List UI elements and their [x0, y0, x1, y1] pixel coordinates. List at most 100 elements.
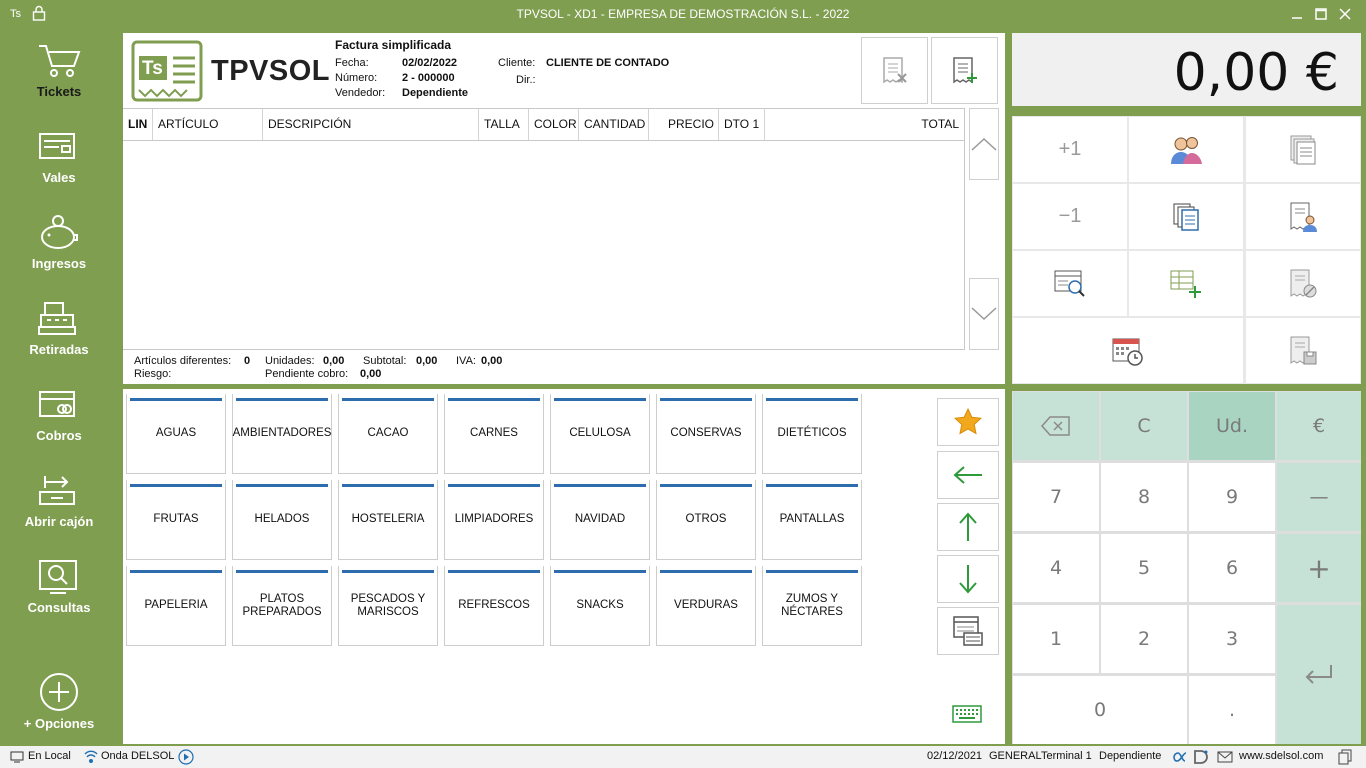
col-articulo[interactable]: ARTÍCULO — [153, 109, 263, 140]
units-key[interactable]: Ud. — [1189, 392, 1275, 460]
copy-window-icon[interactable] — [1338, 749, 1352, 768]
mail-icon[interactable] — [1217, 751, 1233, 766]
iva-label: IVA: — [456, 355, 476, 367]
page-up-button[interactable] — [937, 503, 999, 551]
delsol-d-icon[interactable] — [1193, 749, 1209, 768]
play-icon[interactable] — [178, 749, 194, 768]
plus-key[interactable]: + — [1277, 534, 1361, 602]
euro-key[interactable]: € — [1277, 392, 1361, 460]
favorites-button[interactable] — [937, 398, 999, 446]
col-lin[interactable]: LIN — [123, 109, 153, 140]
documents-button[interactable] — [1129, 184, 1243, 249]
enter-icon — [1305, 664, 1332, 684]
cliente-value[interactable]: CLIENTE DE CONTADO — [546, 57, 669, 69]
category-button[interactable]: CELULOSA — [550, 394, 650, 474]
local-status[interactable]: En Local — [28, 750, 71, 762]
sidebar-item-ingresos[interactable]: Ingresos — [0, 200, 118, 286]
card-payment-icon — [39, 391, 75, 417]
sidebar-item-retiradas[interactable]: Retiradas — [0, 286, 118, 372]
key-9[interactable]: 9 — [1189, 463, 1275, 531]
delete-ticket-button[interactable] — [861, 37, 928, 104]
back-button[interactable] — [937, 451, 999, 499]
sidebar-item-label: Tickets — [36, 84, 82, 99]
sidebar-item-cobros[interactable]: Cobros — [0, 372, 118, 458]
backspace-key[interactable] — [1013, 392, 1099, 460]
alpha-icon[interactable] — [1173, 749, 1189, 768]
category-button[interactable]: LIMPIADORES — [444, 480, 544, 560]
keyboard-button[interactable] — [952, 705, 982, 728]
tickets-list-button[interactable] — [1246, 117, 1360, 182]
col-precio[interactable]: PRECIO — [649, 109, 719, 140]
col-total[interactable]: TOTAL — [765, 109, 965, 140]
category-button[interactable]: CARNES — [444, 394, 544, 474]
minus-one-button[interactable]: −1 — [1013, 184, 1127, 249]
chevron-up-icon — [971, 137, 997, 151]
cash-register-icon — [38, 302, 76, 335]
key-0[interactable]: 0 — [1013, 676, 1187, 744]
key-5[interactable]: 5 — [1101, 534, 1187, 602]
key-4[interactable]: 4 — [1013, 534, 1099, 602]
piggy-bank-icon — [41, 215, 78, 249]
sidebar-item-consultas[interactable]: Consultas — [0, 544, 118, 630]
article-list-button[interactable] — [937, 607, 999, 655]
close-window-button[interactable] — [1322, 0, 1366, 28]
category-button[interactable]: HOSTELERIA — [338, 480, 438, 560]
minus-key[interactable]: — — [1277, 463, 1361, 531]
key-2[interactable]: 2 — [1101, 605, 1187, 673]
category-button[interactable]: AGUAS — [126, 394, 226, 474]
category-button[interactable]: PANTALLAS — [762, 480, 862, 560]
fecha-value: 02/02/2022 — [402, 57, 458, 69]
category-button[interactable]: PLATOS PREPARADOS — [232, 566, 332, 646]
category-button[interactable]: PAPELERIA — [126, 566, 226, 646]
new-ticket-button[interactable] — [931, 37, 998, 104]
cancel-ticket-button[interactable] — [1246, 251, 1360, 316]
enter-key[interactable] — [1277, 605, 1361, 744]
col-color[interactable]: COLOR — [529, 109, 579, 140]
category-button[interactable]: FRUTAS — [126, 480, 226, 560]
category-button[interactable]: AMBIENTADORES — [232, 394, 332, 474]
subtotal-label: Subtotal: — [363, 355, 407, 367]
col-talla[interactable]: TALLA — [479, 109, 529, 140]
sidebar-item-abrir-cajon[interactable]: Abrir cajón — [0, 458, 118, 544]
category-button[interactable]: VERDURAS — [656, 566, 756, 646]
key-3[interactable]: 3 — [1189, 605, 1275, 673]
category-button[interactable]: PESCADOS Y MARISCOS — [338, 566, 438, 646]
clear-key[interactable]: C — [1101, 392, 1187, 460]
sidebar-item-vales[interactable]: Vales — [0, 114, 118, 200]
radio-label[interactable]: Onda DELSOL — [101, 750, 174, 762]
category-button[interactable]: HELADOS — [232, 480, 332, 560]
key-8[interactable]: 8 — [1101, 463, 1187, 531]
category-button[interactable]: NAVIDAD — [550, 480, 650, 560]
category-button[interactable]: DIETÉTICOS — [762, 394, 862, 474]
website-link[interactable]: www.sdelsol.com — [1239, 750, 1323, 762]
scroll-up-button[interactable] — [969, 108, 999, 180]
seller-ticket-button[interactable] — [1246, 184, 1360, 249]
sidebar-item-opciones[interactable]: + Opciones — [0, 658, 118, 744]
scroll-down-button[interactable] — [969, 278, 999, 350]
category-button[interactable]: SNACKS — [550, 566, 650, 646]
key-7[interactable]: 7 — [1013, 463, 1099, 531]
col-cantidad[interactable]: CANTIDAD — [579, 109, 649, 140]
client-selection-button[interactable] — [1129, 117, 1243, 182]
decimal-key[interactable]: . — [1189, 676, 1275, 744]
ticket-lines-area[interactable] — [123, 141, 965, 350]
key-6[interactable]: 6 — [1189, 534, 1275, 602]
category-button[interactable]: REFRESCOS — [444, 566, 544, 646]
calendar-button[interactable] — [1013, 318, 1243, 383]
category-button[interactable]: CACAO — [338, 394, 438, 474]
new-document-icon — [952, 56, 977, 83]
category-button[interactable]: OTROS — [656, 480, 756, 560]
col-descripcion[interactable]: DESCRIPCIÓN — [263, 109, 479, 140]
col-dto[interactable]: DTO 1 — [719, 109, 765, 140]
add-line-button[interactable] — [1129, 251, 1243, 316]
list-keyboard-icon — [953, 616, 983, 646]
save-ticket-button[interactable] — [1246, 318, 1360, 383]
category-button[interactable]: ZUMOS Y NÉCTARES — [762, 566, 862, 646]
key-1[interactable]: 1 — [1013, 605, 1099, 673]
search-article-button[interactable] — [1013, 251, 1127, 316]
sidebar-item-label: Abrir cajón — [24, 514, 94, 529]
page-down-button[interactable] — [937, 555, 999, 603]
plus-one-button[interactable]: +1 — [1013, 117, 1127, 182]
sidebar-item-tickets[interactable]: Tickets — [0, 28, 118, 114]
category-button[interactable]: CONSERVAS — [656, 394, 756, 474]
